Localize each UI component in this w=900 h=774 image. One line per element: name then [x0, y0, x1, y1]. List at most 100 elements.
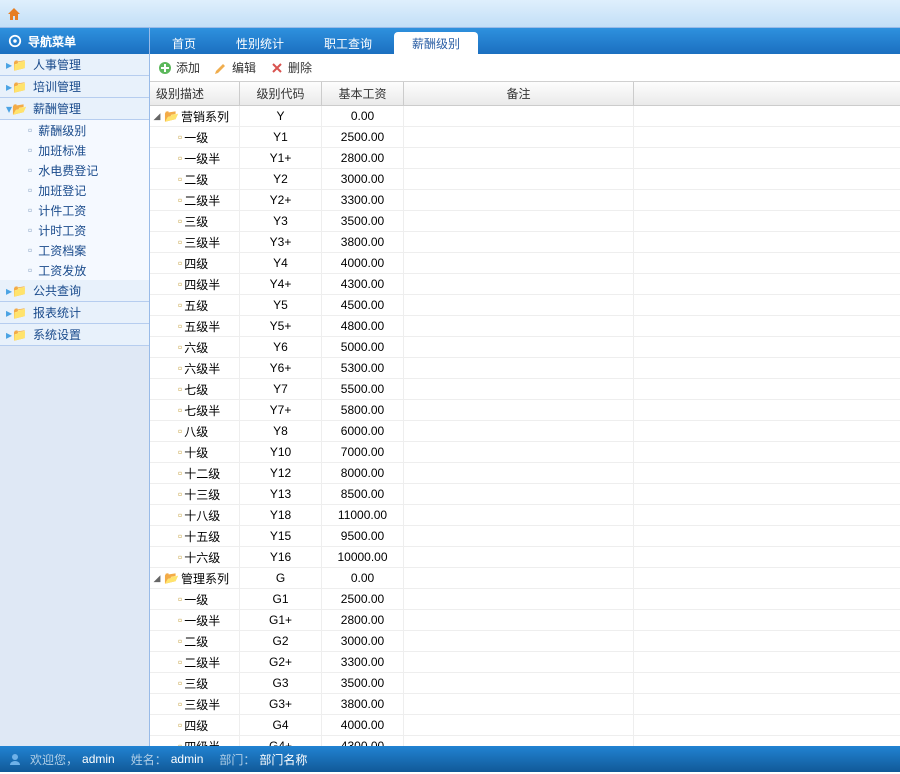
cell-text: Y15	[270, 529, 291, 543]
subnav-item-level[interactable]: ▫薪酬级别	[0, 120, 149, 140]
doc-icon: ▫	[28, 123, 32, 137]
subnav-item-overtime-reg[interactable]: ▫加班登记	[0, 180, 149, 200]
add-button[interactable]: 添加	[158, 59, 200, 76]
nav-item-salary[interactable]: ▾📂 薪酬管理	[0, 98, 149, 120]
table-row[interactable]: ▫五级Y54500.00	[150, 295, 900, 316]
table-row[interactable]: ▫三级半Y3+3800.00	[150, 232, 900, 253]
subnav-item-pay[interactable]: ▫工资发放	[0, 260, 149, 280]
pencil-icon	[214, 61, 228, 75]
nav-item-public[interactable]: ▸📁 公共查询	[0, 280, 149, 302]
cell-text: 3500.00	[341, 214, 384, 228]
table-row[interactable]: ▫七级Y75500.00	[150, 379, 900, 400]
cell-code: G1+	[240, 610, 322, 630]
edit-button[interactable]: 编辑	[214, 59, 256, 76]
tab-salary-level[interactable]: 薪酬级别	[394, 32, 478, 54]
table-row[interactable]: ▫三级Y33500.00	[150, 211, 900, 232]
cell-text: Y7+	[270, 403, 292, 417]
col-remark[interactable]: 备注	[404, 82, 634, 105]
doc-icon: ▫	[28, 223, 32, 237]
cell-text: G4+	[269, 739, 292, 746]
expand-icon[interactable]: ◢	[152, 111, 162, 122]
table-row[interactable]: ▫十三级Y138500.00	[150, 484, 900, 505]
tab-employee[interactable]: 职工查询	[306, 32, 390, 54]
folder-icon: ▸📁	[6, 306, 27, 320]
col-salary[interactable]: 基本工资	[322, 82, 404, 105]
table-row[interactable]: ▫二级半G2+3300.00	[150, 652, 900, 673]
cell-text: 四级半	[184, 738, 220, 747]
table-row[interactable]: ▫十级Y107000.00	[150, 442, 900, 463]
folder-open-icon: ▾📂	[6, 102, 27, 116]
cell-text: 4000.00	[341, 256, 384, 270]
subnav-salary: ▫薪酬级别 ▫加班标准 ▫水电费登记 ▫加班登记 ▫计件工资 ▫计时工资 ▫工资…	[0, 120, 149, 280]
cell-text: 6000.00	[341, 424, 384, 438]
table-row[interactable]: ▫三级半G3+3800.00	[150, 694, 900, 715]
cell-text: 十级	[184, 444, 208, 461]
subnav-item-hourly[interactable]: ▫计时工资	[0, 220, 149, 240]
nav-item-system[interactable]: ▸📁 系统设置	[0, 324, 149, 346]
cell-remark	[404, 106, 634, 126]
cell-text: Y2+	[270, 193, 292, 207]
table-row[interactable]: ▫十二级Y128000.00	[150, 463, 900, 484]
cell-salary: 6000.00	[322, 421, 404, 441]
table-row[interactable]: ▫二级G23000.00	[150, 631, 900, 652]
nav-item-report[interactable]: ▸📁 报表统计	[0, 302, 149, 324]
subnav-item-overtime-std[interactable]: ▫加班标准	[0, 140, 149, 160]
table-row[interactable]: ◢📂管理系列G0.00	[150, 568, 900, 589]
cell-desc: ▫二级	[150, 631, 240, 651]
cell-desc: ▫六级半	[150, 358, 240, 378]
table-row[interactable]: ▫四级半Y4+4300.00	[150, 274, 900, 295]
col-desc[interactable]: 级别描述	[150, 82, 240, 105]
table-row[interactable]: ▫十五级Y159500.00	[150, 526, 900, 547]
table-row[interactable]: ◢📂营销系列Y0.00	[150, 106, 900, 127]
cell-salary: 3500.00	[322, 673, 404, 693]
subnav-item-utility[interactable]: ▫水电费登记	[0, 160, 149, 180]
button-label: 删除	[288, 59, 312, 76]
cell-text: 3000.00	[341, 634, 384, 648]
subnav-item-piece[interactable]: ▫计件工资	[0, 200, 149, 220]
cell-code: G4	[240, 715, 322, 735]
table-row[interactable]: ▫四级半G4+4300.00	[150, 736, 900, 746]
cell-text: 2800.00	[341, 613, 384, 627]
table-row[interactable]: ▫十八级Y1811000.00	[150, 505, 900, 526]
nav-item-training[interactable]: ▸📁 培训管理	[0, 76, 149, 98]
cell-code: Y2+	[240, 190, 322, 210]
table-row[interactable]: ▫四级Y44000.00	[150, 253, 900, 274]
col-code[interactable]: 级别代码	[240, 82, 322, 105]
table-row[interactable]: ▫五级半Y5+4800.00	[150, 316, 900, 337]
table-row[interactable]: ▫一级半Y1+2800.00	[150, 148, 900, 169]
table-row[interactable]: ▫四级G44000.00	[150, 715, 900, 736]
tab-gender[interactable]: 性别统计	[218, 32, 302, 54]
cell-code: G3	[240, 673, 322, 693]
delete-button[interactable]: 删除	[270, 59, 312, 76]
tab-label: 性别统计	[236, 35, 284, 52]
expand-icon[interactable]: ◢	[152, 573, 162, 584]
table-row[interactable]: ▫十六级Y1610000.00	[150, 547, 900, 568]
cell-text: 二级半	[184, 654, 220, 671]
home-icon[interactable]	[6, 6, 22, 22]
table-row[interactable]: ▫一级半G1+2800.00	[150, 610, 900, 631]
table-row[interactable]: ▫一级G12500.00	[150, 589, 900, 610]
table-row[interactable]: ▫三级G33500.00	[150, 673, 900, 694]
tab-home[interactable]: 首页	[154, 32, 214, 54]
cell-text: 三级	[184, 213, 208, 230]
table-row[interactable]: ▫六级半Y6+5300.00	[150, 358, 900, 379]
table-row[interactable]: ▫一级Y12500.00	[150, 127, 900, 148]
cell-salary: 3300.00	[322, 190, 404, 210]
subnav-item-file[interactable]: ▫工资档案	[0, 240, 149, 260]
nav-item-hr[interactable]: ▸📁 人事管理	[0, 54, 149, 76]
table-row[interactable]: ▫六级Y65000.00	[150, 337, 900, 358]
main-panel: 首页 性别统计 职工查询 薪酬级别 添加 编辑 删除 级别描述 级别代码	[150, 28, 900, 746]
table-row[interactable]: ▫八级Y86000.00	[150, 421, 900, 442]
cell-code: Y2	[240, 169, 322, 189]
cell-code: G4+	[240, 736, 322, 746]
button-label: 添加	[176, 59, 200, 76]
cell-remark	[404, 631, 634, 651]
cell-text: 3800.00	[341, 697, 384, 711]
table-row[interactable]: ▫七级半Y7+5800.00	[150, 400, 900, 421]
cell-text: 5500.00	[341, 382, 384, 396]
table-row[interactable]: ▫二级Y23000.00	[150, 169, 900, 190]
table-row[interactable]: ▫二级半Y2+3300.00	[150, 190, 900, 211]
cell-text: 一级	[184, 591, 208, 608]
cell-remark	[404, 169, 634, 189]
doc-icon: ▫	[178, 466, 182, 480]
